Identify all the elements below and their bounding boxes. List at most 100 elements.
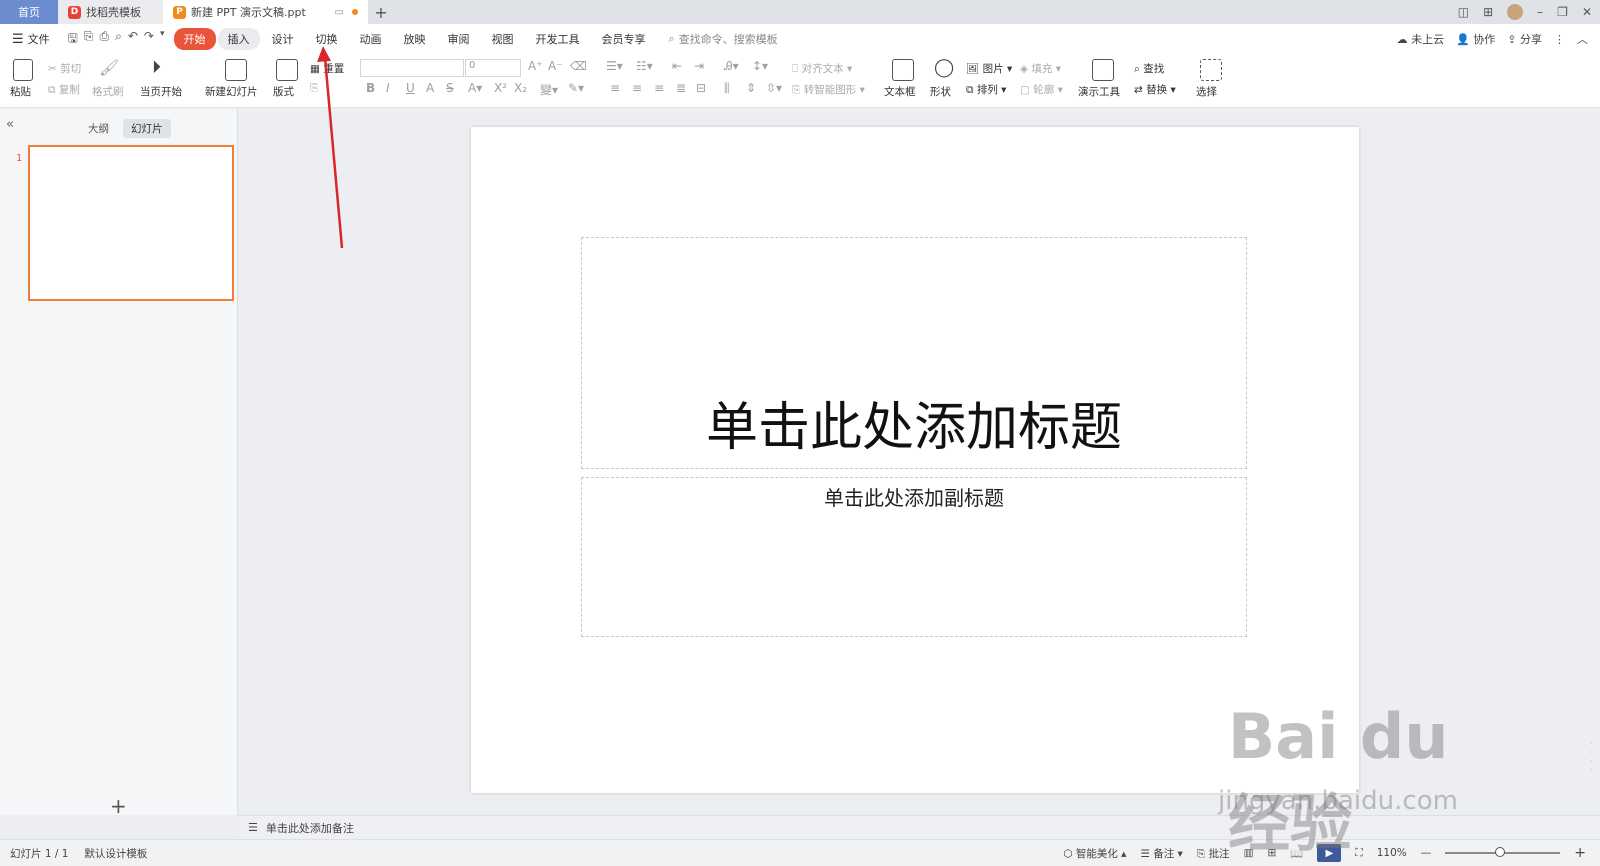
clipboard-icon[interactable] bbox=[13, 59, 33, 81]
comments-button[interactable]: ⎘ 批注 bbox=[1197, 846, 1230, 861]
picture-button[interactable]: 🖼 图片 ▾ bbox=[966, 61, 1012, 76]
replace-button[interactable]: ⇄ 替换 ▾ bbox=[1134, 82, 1176, 97]
tab-developer[interactable]: 开发工具 bbox=[526, 28, 590, 50]
bullet-list-icon[interactable]: ☰▾ bbox=[606, 59, 623, 73]
tab-animation[interactable]: 动画 bbox=[350, 28, 392, 50]
shadow-icon[interactable]: A bbox=[426, 81, 434, 95]
align-center-icon[interactable]: ≡ bbox=[632, 81, 642, 95]
customize-dropdown-icon[interactable]: ▾ bbox=[160, 29, 165, 50]
monitor-icon[interactable]: ▭ bbox=[335, 7, 344, 18]
outline-button[interactable]: ▢ 轮廓 ▾ bbox=[1020, 82, 1063, 97]
tab-slides[interactable]: 幻灯片 bbox=[123, 119, 171, 138]
underline-icon[interactable]: U bbox=[406, 81, 415, 95]
notes-toggle-button[interactable]: ☰ 备注 ▾ bbox=[1140, 846, 1182, 861]
add-slide-button[interactable]: + bbox=[110, 794, 127, 818]
highlight-icon[interactable]: ✎▾ bbox=[568, 81, 584, 95]
text-direction-icon[interactable]: Ꭿ▾ bbox=[724, 59, 739, 74]
reset-button[interactable]: ▦ 重置 bbox=[310, 61, 344, 76]
superscript-icon[interactable]: X² bbox=[494, 81, 507, 95]
layout-button[interactable]: 版式 bbox=[273, 84, 294, 99]
collab-button[interactable]: 👤 协作 bbox=[1456, 31, 1495, 47]
scrollbar[interactable]: · · · · bbox=[1590, 739, 1596, 789]
font-color-icon[interactable]: A▾ bbox=[468, 81, 482, 95]
minimize-button[interactable]: – bbox=[1537, 5, 1543, 19]
decrease-font-icon[interactable]: A⁻ bbox=[548, 59, 563, 73]
cut-button[interactable]: ✂ 剪切 bbox=[48, 61, 81, 76]
tab-insert[interactable]: 插入 bbox=[217, 28, 260, 50]
slide[interactable]: 单击此处添加标题 单击此处添加副标题 bbox=[471, 127, 1359, 793]
select-button[interactable]: 选择 bbox=[1196, 84, 1217, 99]
slide-thumbnail[interactable] bbox=[28, 145, 234, 301]
font-name-select[interactable] bbox=[360, 59, 464, 77]
align-text-button[interactable]: ⎕ 对齐文本 ▾ bbox=[792, 61, 852, 76]
shape-button[interactable]: 形状 bbox=[930, 84, 951, 99]
char-spacing-icon[interactable]: 變▾ bbox=[540, 81, 558, 98]
collapse-ribbon-icon[interactable]: ︿ bbox=[1577, 31, 1588, 47]
number-list-icon[interactable]: ☷▾ bbox=[636, 59, 653, 73]
fill-button[interactable]: ◈ 填充 ▾ bbox=[1020, 61, 1061, 76]
tab-template[interactable]: D 找稻壳模板 bbox=[58, 0, 163, 24]
collapse-panel-icon[interactable]: « bbox=[6, 117, 14, 132]
redo-icon[interactable]: ↷ bbox=[144, 29, 154, 50]
para-spacing-icon[interactable]: ⇕ bbox=[746, 81, 756, 95]
presenter-tools-button[interactable]: 演示工具 bbox=[1078, 84, 1120, 99]
paste-button[interactable]: 粘贴 bbox=[10, 84, 31, 99]
save-icon[interactable]: 🖫 bbox=[68, 29, 78, 50]
align-left-icon[interactable]: ≡ bbox=[610, 81, 620, 95]
tab-start[interactable]: 开始 bbox=[173, 28, 216, 50]
tab-outline[interactable]: 大纲 bbox=[80, 119, 117, 138]
tab-view[interactable]: 视图 bbox=[482, 28, 524, 50]
undo-icon[interactable]: ↶ bbox=[128, 29, 138, 50]
smart-art-button[interactable]: ⎘ 转智能图形 ▾ bbox=[792, 82, 865, 97]
restore-button[interactable]: ❐ bbox=[1557, 5, 1568, 19]
apps-grid-icon[interactable]: ⊞ bbox=[1483, 5, 1493, 19]
beautify-button[interactable]: ⬡ 智能美化 ▴ bbox=[1063, 846, 1126, 861]
clear-format-icon[interactable]: ⌫ bbox=[570, 59, 587, 73]
title-placeholder[interactable]: 单击此处添加标题 bbox=[581, 237, 1247, 469]
more-icon[interactable]: ⋮ bbox=[1554, 33, 1565, 46]
tab-design[interactable]: 设计 bbox=[262, 28, 304, 50]
print-preview-icon[interactable]: ⌕ bbox=[115, 29, 122, 50]
avatar[interactable] bbox=[1507, 4, 1524, 20]
justify-icon[interactable]: ≣ bbox=[676, 81, 686, 95]
zoom-in-button[interactable]: + bbox=[1574, 845, 1586, 861]
align-right-icon[interactable]: ≡ bbox=[654, 81, 664, 95]
print-icon[interactable]: ⎙ bbox=[100, 29, 110, 50]
bold-icon[interactable]: B bbox=[366, 81, 375, 95]
format-painter-button[interactable]: 格式刷 bbox=[92, 84, 124, 99]
cloud-button[interactable]: ☁ 未上云 bbox=[1397, 31, 1445, 47]
strikethrough-icon[interactable]: S bbox=[446, 81, 454, 95]
decrease-indent-icon[interactable]: ⇤ bbox=[672, 59, 682, 73]
increase-font-icon[interactable]: A⁺ bbox=[528, 59, 543, 73]
line-spacing-icon[interactable]: ↕▾ bbox=[752, 59, 768, 73]
share-button[interactable]: ⇪ 分享 bbox=[1507, 31, 1542, 47]
theme-name[interactable]: 默认设计模板 bbox=[84, 846, 147, 861]
find-button[interactable]: ⌕ 查找 bbox=[1134, 61, 1164, 76]
copy-button[interactable]: ⧉ 复制 bbox=[48, 82, 80, 97]
tab-review[interactable]: 审阅 bbox=[438, 28, 480, 50]
tab-member[interactable]: 会员专享 bbox=[592, 28, 656, 50]
vertical-align-icon[interactable]: ⇳▾ bbox=[766, 81, 782, 95]
increase-indent-icon[interactable]: ⇥ bbox=[694, 59, 704, 73]
tab-document[interactable]: P 新建 PPT 演示文稿.ppt ▭ bbox=[163, 0, 368, 24]
text-box-button[interactable]: 文本框 bbox=[884, 84, 916, 99]
subscript-icon[interactable]: X₂ bbox=[514, 81, 527, 95]
section-button[interactable]: ⎘ bbox=[310, 82, 318, 95]
arrange-button[interactable]: ⧉ 排列 ▾ bbox=[966, 82, 1006, 97]
tab-transition[interactable]: 切换 bbox=[306, 28, 348, 50]
layout-icon[interactable]: ◫ bbox=[1458, 5, 1469, 19]
command-search[interactable]: ⌕ 查找命令、搜索模板 bbox=[669, 31, 778, 47]
file-menu[interactable]: ☰ 文件 bbox=[0, 31, 60, 47]
columns-icon[interactable]: ⫼ bbox=[724, 81, 730, 96]
subtitle-placeholder[interactable]: 单击此处添加副标题 bbox=[581, 477, 1247, 637]
export-pdf-icon[interactable]: ⎘ bbox=[84, 29, 94, 50]
tab-slideshow[interactable]: 放映 bbox=[394, 28, 436, 50]
new-slide-button[interactable]: 新建幻灯片 bbox=[205, 84, 258, 99]
new-tab-button[interactable]: + bbox=[368, 0, 394, 24]
font-size-select[interactable]: 0 bbox=[465, 59, 521, 77]
from-current-button[interactable]: 当页开始 bbox=[140, 84, 182, 99]
italic-icon[interactable]: I bbox=[386, 81, 390, 95]
close-button[interactable]: ✕ bbox=[1582, 5, 1592, 19]
tab-home[interactable]: 首页 bbox=[0, 0, 58, 24]
distribute-icon[interactable]: ⊟ bbox=[696, 81, 706, 95]
